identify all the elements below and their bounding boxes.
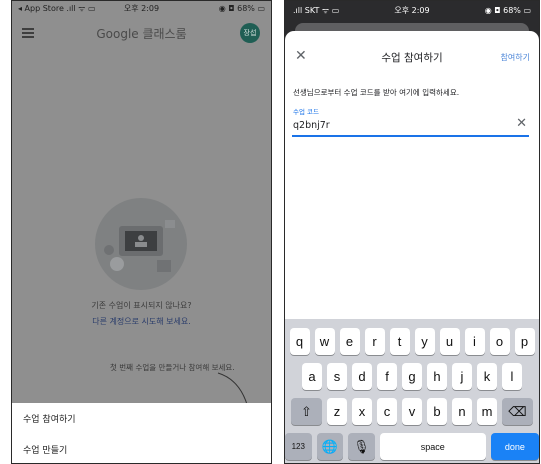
left-phone-screen: ◂ App Store .ıll ᯤ ▭ 오후 2:09 ◉ ◘ 68% ▭ G… <box>11 0 272 464</box>
class-code-input[interactable]: q2bnj7r <box>293 120 330 131</box>
globe-icon[interactable]: 🌐 <box>316 433 344 460</box>
key-x[interactable]: x <box>352 398 372 425</box>
keyboard-row-3: ⇧ z x c v b n m ⌫ <box>285 398 539 425</box>
app-bar: Google 클래스룸 장섭 <box>12 15 271 51</box>
key-e[interactable]: e <box>339 328 360 355</box>
key-k[interactable]: k <box>477 363 497 390</box>
done-key[interactable]: done <box>490 433 539 460</box>
empty-state-question: 기존 수업이 표시되지 않나요? <box>91 301 192 310</box>
key-j[interactable]: j <box>452 363 472 390</box>
backspace-key[interactable]: ⌫ <box>502 398 533 425</box>
status-time: 오후 2:09 <box>394 5 430 15</box>
key-r[interactable]: r <box>364 328 385 355</box>
key-z[interactable]: z <box>327 398 347 425</box>
instruction-text: 선생님으로부터 수업 코드를 받아 여기에 입력하세요. <box>293 88 460 97</box>
key-p[interactable]: p <box>514 328 535 355</box>
key-m[interactable]: m <box>477 398 497 425</box>
join-class-option[interactable]: 수업 참여하기 <box>12 403 271 434</box>
space-key[interactable]: space <box>379 433 486 460</box>
key-a[interactable]: a <box>302 363 322 390</box>
key-s[interactable]: s <box>327 363 347 390</box>
classroom-home: Google 클래스룸 장섭 기존 수업이 표시되지 않나요? 다른 계정으로 … <box>12 15 271 417</box>
key-f[interactable]: f <box>377 363 397 390</box>
key-o[interactable]: o <box>489 328 510 355</box>
avatar[interactable]: 장섭 <box>240 23 260 43</box>
try-other-account-link[interactable]: 다른 계정으로 시도해 보세요. <box>12 316 271 327</box>
key-i[interactable]: i <box>464 328 485 355</box>
key-w[interactable]: w <box>314 328 335 355</box>
key-n[interactable]: n <box>452 398 472 425</box>
right-phone-screen: .ıll SKT ᯤ ▭ 오후 2:09 ◉ ◘ 68% ▭ ✕ 수업 참여하기… <box>284 0 540 464</box>
microphone-icon[interactable]: 🎙 <box>348 433 375 460</box>
key-u[interactable]: u <box>439 328 460 355</box>
keyboard: q w e r t y u i o p a s d f g h j k l ⇧ … <box>285 319 539 463</box>
bottom-sheet: 수업 참여하기 수업 만들기 <box>12 403 271 463</box>
status-bar: .ıll SKT ᯤ ▭ 오후 2:09 ◉ ◘ 68% ▭ <box>285 1 539 19</box>
status-time: 오후 2:09 <box>123 3 160 13</box>
app-title: Google 클래스룸 <box>96 27 187 41</box>
key-b[interactable]: b <box>427 398 447 425</box>
key-h[interactable]: h <box>427 363 447 390</box>
clear-input-icon[interactable]: ✕ <box>516 117 527 130</box>
key-d[interactable]: d <box>352 363 372 390</box>
dialog-header: ✕ 수업 참여하기 참여하기 <box>285 45 539 69</box>
input-underline <box>292 135 529 137</box>
key-q[interactable]: q <box>289 328 310 355</box>
status-bar: ◂ App Store .ıll ᯤ ▭ 오후 2:09 ◉ ◘ 68% ▭ <box>12 1 271 15</box>
keyboard-row-2: a s d f g h j k l <box>285 363 539 390</box>
key-l[interactable]: l <box>502 363 522 390</box>
key-y[interactable]: y <box>414 328 435 355</box>
keyboard-row-4: 123 🌐 🎙 space done <box>285 433 539 460</box>
key-t[interactable]: t <box>389 328 410 355</box>
empty-classroom-illustration-icon <box>95 198 187 290</box>
class-code-label: 수업 코드 <box>293 108 319 116</box>
key-c[interactable]: c <box>377 398 397 425</box>
key-g[interactable]: g <box>402 363 422 390</box>
keyboard-row-1: q w e r t y u i o p <box>285 328 539 355</box>
join-button[interactable]: 참여하기 <box>501 52 530 63</box>
create-class-option[interactable]: 수업 만들기 <box>12 434 271 463</box>
shift-key[interactable]: ⇧ <box>291 398 322 425</box>
numbers-key[interactable]: 123 <box>285 433 312 460</box>
key-v[interactable]: v <box>402 398 422 425</box>
